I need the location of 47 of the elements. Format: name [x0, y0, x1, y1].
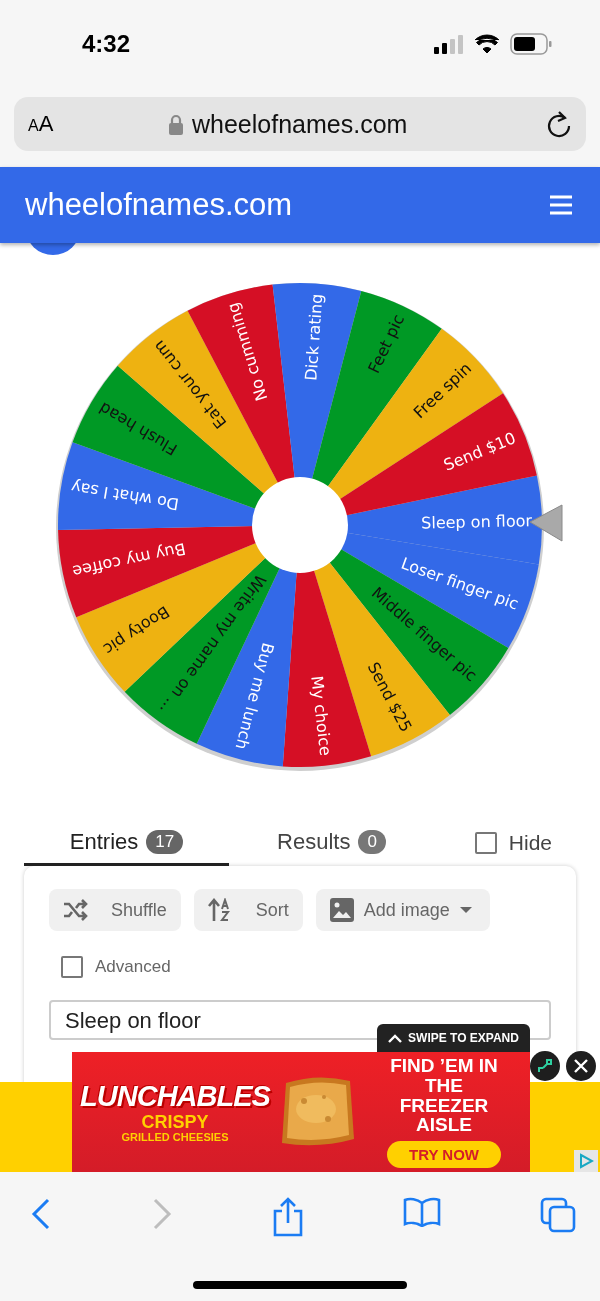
- caret-icon: [459, 907, 472, 913]
- lock-icon: [168, 113, 184, 135]
- checkbox-label: Hide: [508, 831, 552, 855]
- site-title[interactable]: wheelofnames.com: [25, 187, 293, 223]
- shuffle-icon: [63, 899, 89, 921]
- product-name: GRILLED CHEESIES: [121, 1131, 229, 1144]
- tool-button[interactable]: Add image: [315, 889, 490, 931]
- share-button[interactable]: [272, 1197, 304, 1237]
- try-now-button[interactable]: TRY NOW: [387, 1141, 501, 1169]
- ad-info-icon[interactable]: [574, 1150, 598, 1172]
- checkbox[interactable]: [474, 832, 497, 854]
- ad-creative[interactable]: LUNCHABLES CRISPY GRILLED CHEESIES FIND ’EM IN THE FREEZER AISLE TRY NOW: [72, 1052, 530, 1172]
- wheel-label: Free spin: [409, 358, 475, 423]
- signal-icon: [434, 34, 464, 54]
- close-icon: [574, 1059, 588, 1073]
- image-icon: [329, 898, 354, 922]
- chevron-up-icon: [388, 1033, 403, 1043]
- wheel-label: Buy me lunch: [231, 640, 278, 752]
- url-text: wheelofnames.com: [192, 109, 408, 139]
- checkbox[interactable]: [61, 956, 83, 978]
- wheel-label: Do what I say: [69, 477, 181, 514]
- battery-icon: [510, 33, 552, 55]
- wheel-label: Dick rating: [301, 292, 327, 382]
- tab[interactable]: Results 0: [229, 820, 434, 866]
- wheel-label: Sleep on floor: [421, 511, 533, 533]
- reload-icon[interactable]: [546, 110, 572, 138]
- wheel-label: My choice: [307, 674, 336, 757]
- ad-headline: FREEZER AISLE: [398, 1095, 490, 1136]
- ad-headline: FIND ’EM IN THE: [389, 1055, 499, 1096]
- count-badge: 0: [358, 829, 386, 854]
- checkbox-label: Advanced: [95, 957, 171, 977]
- wheel-label: Buy my coffee: [70, 539, 188, 582]
- wheel-label: Send $10: [440, 428, 519, 475]
- close-button[interactable]: [566, 1051, 596, 1081]
- count-badge: 17: [146, 829, 184, 854]
- clock: 4:32: [82, 30, 131, 58]
- brand-logo: LUNCHABLES: [80, 1080, 270, 1114]
- tool-button[interactable]: Shuffle: [49, 889, 181, 931]
- wheel-hub[interactable]: [252, 477, 348, 573]
- expand-toast[interactable]: SWIPE TO EXPAND: [377, 1024, 530, 1052]
- product-name: CRISPY: [141, 1113, 209, 1132]
- link-icon: [537, 1058, 553, 1074]
- text-size-button[interactable]: AA: [28, 111, 168, 137]
- tool-button[interactable]: Sort: [193, 889, 303, 931]
- wheel-label: Feet pic: [364, 311, 409, 377]
- wifi-icon: [474, 34, 500, 54]
- address-bar[interactable]: AA wheelofnames.com: [14, 97, 586, 151]
